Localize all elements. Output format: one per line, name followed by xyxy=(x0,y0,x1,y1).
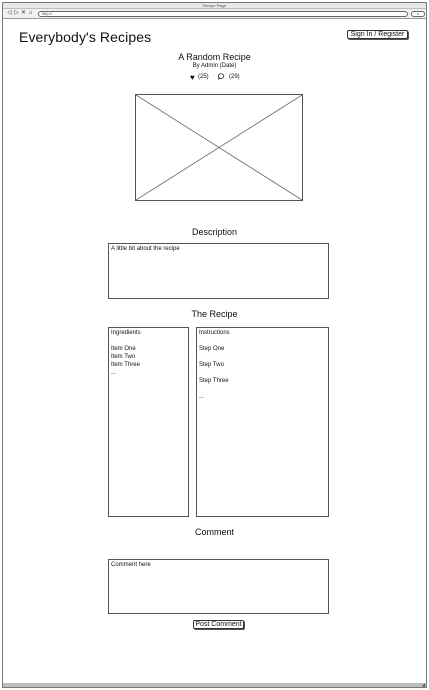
forward-icon[interactable]: ▷ xyxy=(13,10,20,17)
post-comment-button[interactable]: Post Comment xyxy=(193,620,244,629)
comment-input[interactable]: Comment here xyxy=(108,559,329,614)
comment-heading: Comment xyxy=(194,527,234,537)
instructions-list: Instructions Step One Step Two Step Thre… xyxy=(196,327,329,517)
site-title: Everybody's Recipes xyxy=(19,29,152,45)
likes-count: (25) xyxy=(198,74,209,80)
url-input[interactable]: http:// xyxy=(38,11,408,17)
recipe-title: A Random Recipe xyxy=(178,52,251,62)
back-icon[interactable]: ◁ xyxy=(6,10,13,17)
sign-in-register-button[interactable]: Sign In / Register xyxy=(347,30,408,39)
comment-icon[interactable] xyxy=(218,73,225,83)
recipe-heading: The Recipe xyxy=(191,309,238,319)
heart-icon[interactable]: ♥ xyxy=(190,73,195,82)
recipe-image-placeholder xyxy=(135,94,303,201)
description-heading: Description xyxy=(191,227,238,237)
ingredients-list: Ingredients Item One Item Two Item Three… xyxy=(108,327,189,517)
home-icon[interactable]: ⌂ xyxy=(27,10,34,17)
recipe-byline: By Admin (Date) xyxy=(192,63,237,69)
status-bar: ◢ xyxy=(3,683,426,687)
image-placeholder-icon xyxy=(136,95,302,200)
resize-grip-icon[interactable]: ◢ xyxy=(422,683,425,687)
window-title: Recipe Page xyxy=(203,3,226,8)
description-text: A little bit about the recipe xyxy=(108,243,329,299)
stop-icon[interactable]: ✕ xyxy=(20,10,27,17)
comments-count: (29) xyxy=(229,74,240,80)
browser-toolbar: ◁ ▷ ✕ ⌂ http:// ⌕ xyxy=(3,9,426,19)
search-icon[interactable]: ⌕ xyxy=(411,11,425,17)
